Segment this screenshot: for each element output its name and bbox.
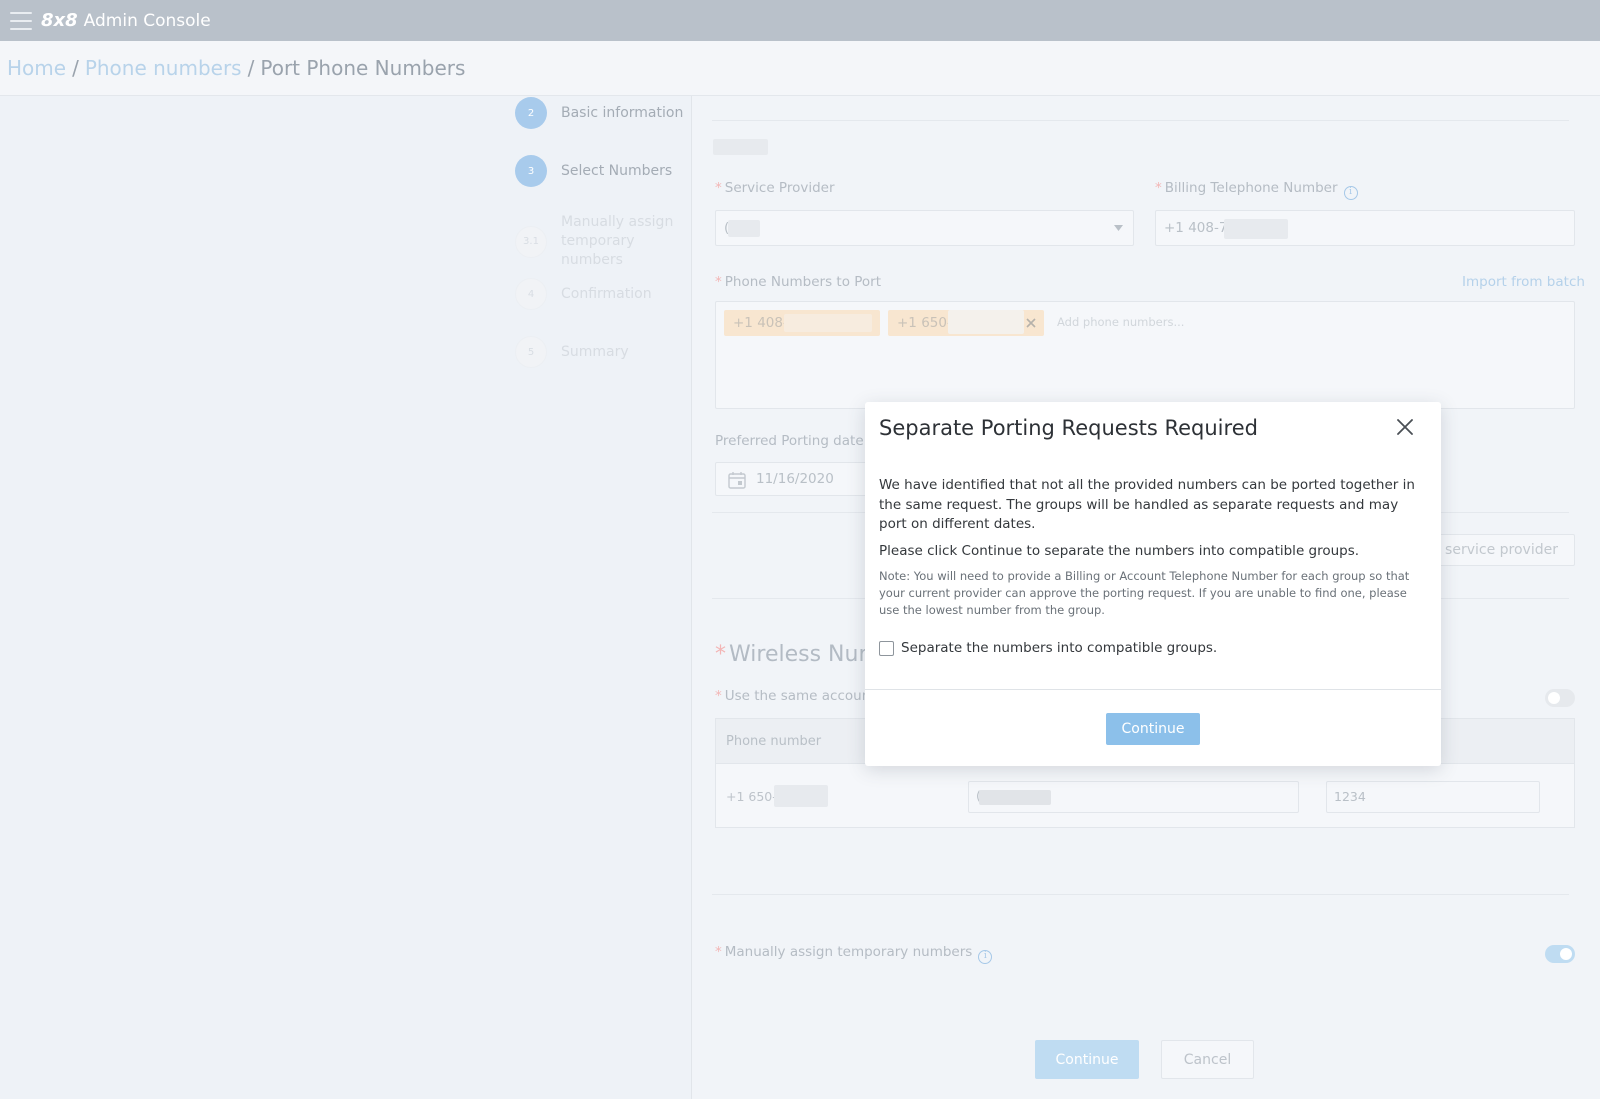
step-manually-assign[interactable]: 3.1 Manually assign temporary numbers bbox=[515, 213, 696, 270]
caret-down-icon bbox=[1114, 225, 1123, 231]
divider bbox=[712, 120, 1569, 121]
step-label: Basic information bbox=[561, 104, 684, 121]
redacted-value bbox=[728, 220, 760, 237]
separate-groups-checkbox[interactable] bbox=[879, 640, 894, 656]
breadcrumb-separator: / bbox=[247, 56, 255, 80]
separate-groups-checkbox-label: Separate the numbers into compatible gro… bbox=[901, 640, 1218, 656]
breadcrumb-phone-numbers[interactable]: Phone numbers bbox=[85, 56, 242, 80]
redacted-value bbox=[948, 310, 1024, 334]
step-label: Confirmation bbox=[561, 285, 652, 302]
info-icon[interactable]: i bbox=[978, 950, 993, 964]
step-number: 4 bbox=[515, 278, 547, 310]
modal-paragraph: We have identified that not all the prov… bbox=[879, 477, 1415, 532]
brand: 8x8 Admin Console bbox=[41, 10, 211, 31]
same-account-label: * Use the same account bbox=[715, 688, 876, 704]
phone-numbers-input[interactable]: +1 408-7 +1 650-7 Add phone numbers... bbox=[715, 301, 1575, 409]
phone-chip: +1 650-7 bbox=[888, 310, 1044, 336]
breadcrumb-separator: / bbox=[72, 56, 79, 80]
step-number: 2 bbox=[515, 97, 547, 129]
step-number: 3 bbox=[515, 155, 547, 187]
import-from-batch-link[interactable]: Import from batch bbox=[1462, 274, 1585, 290]
manually-assign-toggle[interactable] bbox=[1545, 945, 1575, 963]
breadcrumb-home[interactable]: Home bbox=[7, 56, 66, 80]
step-summary[interactable]: 5 Summary bbox=[515, 336, 629, 368]
close-icon[interactable] bbox=[1026, 318, 1036, 328]
top-bar: 8x8 Admin Console bbox=[0, 0, 1600, 41]
divider bbox=[712, 894, 1569, 895]
modal-continue-button[interactable]: Continue bbox=[1106, 713, 1200, 745]
calendar-icon bbox=[728, 472, 746, 489]
redacted-value bbox=[1224, 219, 1288, 239]
service-provider-label: * Service Provider bbox=[715, 180, 835, 196]
porting-date-value: 11/16/2020 bbox=[756, 471, 834, 487]
account-number-input[interactable]: ( bbox=[968, 781, 1299, 813]
manually-assign-label: * Manually assign temporary numbers i bbox=[715, 944, 993, 964]
phone-chip: +1 408-7 bbox=[724, 310, 880, 336]
breadcrumb: Home / Phone numbers / Port Phone Number… bbox=[0, 41, 1600, 96]
step-confirmation[interactable]: 4 Confirmation bbox=[515, 278, 652, 310]
step-label: Summary bbox=[561, 343, 629, 360]
step-number: 3.1 bbox=[515, 225, 547, 258]
redacted-value bbox=[784, 314, 872, 332]
cancel-button[interactable]: Cancel bbox=[1161, 1040, 1254, 1079]
billing-telephone-input[interactable]: +1 408-7 bbox=[1155, 210, 1575, 246]
modal-paragraph: Please click Continue to separate the nu… bbox=[879, 542, 1360, 559]
pin-value: 1234 bbox=[1334, 789, 1366, 804]
separate-porting-modal: Separate Porting Requests Required We ha… bbox=[865, 402, 1441, 766]
breadcrumb-current: Port Phone Numbers bbox=[260, 56, 466, 80]
porting-date-input[interactable]: 11/16/2020 bbox=[715, 462, 875, 496]
same-account-toggle[interactable] bbox=[1545, 689, 1575, 707]
column-header-phone: Phone number bbox=[726, 734, 822, 749]
add-phone-numbers-placeholder: Add phone numbers... bbox=[1057, 315, 1185, 329]
close-icon[interactable] bbox=[1394, 416, 1416, 438]
info-icon[interactable]: i bbox=[1343, 186, 1358, 200]
step-label: Manually assign temporary numbers bbox=[561, 214, 674, 268]
billing-telephone-label: * Billing Telephone Number i bbox=[1155, 180, 1358, 200]
pin-input[interactable]: 1234 bbox=[1326, 781, 1540, 813]
billing-telephone-value: +1 408-7 bbox=[1164, 220, 1228, 236]
step-label: Select Numbers bbox=[561, 162, 673, 179]
step-number: 5 bbox=[515, 336, 547, 368]
separate-groups-checkbox-row[interactable]: Separate the numbers into compatible gro… bbox=[879, 640, 1217, 656]
modal-title: Separate Porting Requests Required bbox=[879, 416, 1258, 440]
service-provider-select[interactable]: ( bbox=[715, 210, 1134, 246]
step-basic-information[interactable]: 2 Basic information bbox=[515, 97, 683, 129]
porting-date-label: Preferred Porting date bbox=[715, 433, 864, 449]
redacted-value bbox=[774, 785, 828, 807]
wireless-section-title: * Wireless Num bbox=[715, 642, 880, 667]
step-select-numbers[interactable]: 3 Select Numbers bbox=[515, 155, 672, 187]
brand-logo: 8x8 bbox=[41, 10, 78, 31]
hamburger-icon[interactable] bbox=[10, 11, 32, 30]
modal-body: We have identified that not all the prov… bbox=[879, 476, 1419, 626]
continue-button[interactable]: Continue bbox=[1035, 1040, 1139, 1079]
stepper-pane: 2 Basic information 3 Select Numbers 3.1… bbox=[0, 96, 692, 1099]
redacted-value bbox=[979, 790, 1051, 805]
modal-divider bbox=[865, 689, 1441, 690]
app-title: Admin Console bbox=[83, 11, 211, 31]
phone-numbers-label: * Phone Numbers to Port bbox=[715, 274, 882, 290]
modal-note: Note: You will need to provide a Billing… bbox=[879, 569, 1410, 617]
redacted-heading bbox=[713, 139, 768, 155]
